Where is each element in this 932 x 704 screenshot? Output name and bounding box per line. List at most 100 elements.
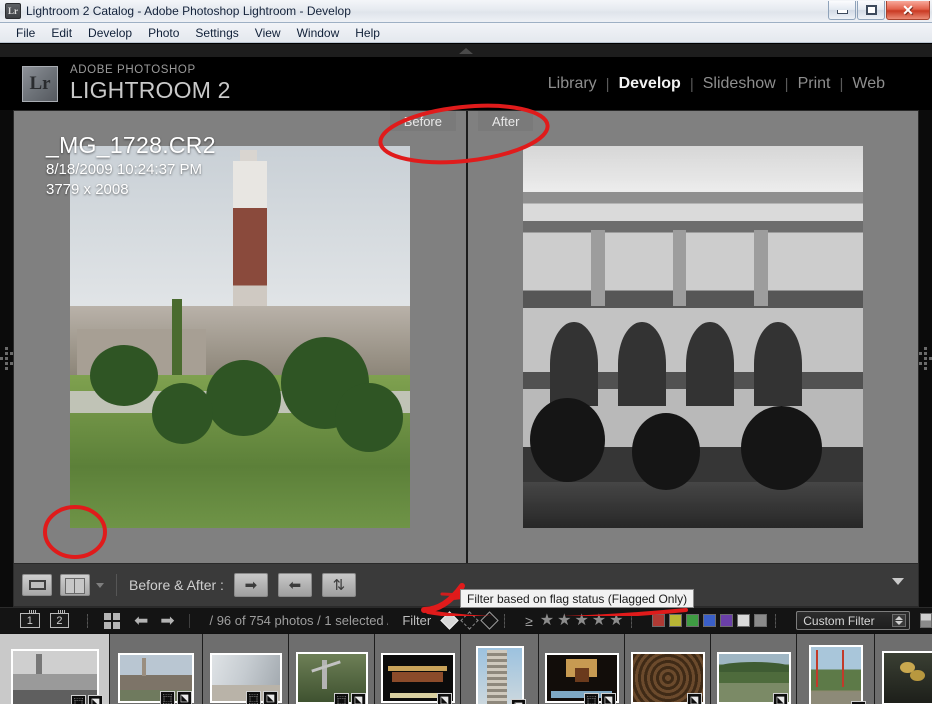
left-panel-toggle[interactable] [0, 110, 13, 607]
photo-tree [151, 382, 213, 444]
copy-after-to-before-button[interactable]: ➡ [233, 573, 268, 597]
develop-badge-icon[interactable]: ⬔ [851, 700, 866, 704]
before-pane[interactable]: Before _MG_1728.CR2 8/18/2009 10:24:37 P… [14, 111, 466, 563]
grid-view-button[interactable] [104, 612, 121, 629]
photo-palm [172, 298, 183, 376]
photo-tree [206, 359, 281, 437]
thumbnail-badges: ⬔ [687, 692, 702, 704]
flag-filter-rejected[interactable] [480, 611, 499, 630]
copy-before-to-after-button[interactable]: ⬅ [277, 573, 312, 597]
flag-filter-unflagged[interactable] [460, 611, 479, 630]
close-button[interactable]: ✕ [886, 1, 930, 20]
star-3-icon[interactable]: ★ [574, 612, 588, 629]
module-slideshow[interactable]: Slideshow [694, 75, 785, 93]
menu-file[interactable]: File [8, 24, 43, 42]
develop-badge-icon[interactable]: ⬔ [601, 692, 616, 704]
star-2-icon[interactable]: ★ [557, 612, 571, 629]
crop-badge-icon[interactable]: ⿴ [71, 694, 86, 704]
thumbnail-badges: ⬔ [437, 692, 452, 704]
custom-filter-dropdown[interactable]: Custom Filter [796, 611, 911, 630]
divider [631, 613, 633, 628]
module-library[interactable]: Library [539, 75, 606, 93]
color-label-custom[interactable] [754, 614, 768, 627]
menu-window[interactable]: Window [289, 24, 348, 42]
filter-lock-button[interactable] [920, 613, 932, 628]
photo-arch [686, 321, 734, 406]
crop-badge-icon[interactable]: ⿴ [160, 690, 175, 704]
after-pane[interactable]: After [466, 111, 918, 563]
module-print[interactable]: Print [789, 75, 840, 93]
filmstrip-item-5[interactable]: ⬔ [461, 634, 539, 704]
swap-settings-button[interactable]: ⇅ [321, 573, 356, 597]
crop-badge-icon[interactable]: ⿴ [584, 692, 599, 704]
filmstrip-item-2[interactable]: ⿴ ⬔ [203, 634, 289, 704]
chevron-down-icon[interactable] [96, 582, 104, 588]
star-1-icon[interactable]: ★ [540, 612, 554, 629]
menu-help[interactable]: Help [347, 24, 388, 42]
color-label-red[interactable] [652, 614, 666, 627]
develop-badge-icon[interactable]: ⬔ [511, 698, 526, 704]
top-panel-toggle[interactable] [0, 44, 932, 57]
photo-tree [740, 405, 823, 490]
photo-tree [529, 398, 605, 483]
develop-badge-icon[interactable]: ⬔ [177, 690, 192, 704]
screen-2-button[interactable]: 2 [49, 610, 70, 628]
filmstrip-source-path: / 96 of 754 photos / 1 selected / _M [209, 613, 388, 628]
develop-badge-icon[interactable]: ⬔ [88, 694, 103, 704]
go-back-button[interactable]: ⬅ [134, 612, 148, 629]
star-4-icon[interactable]: ★ [592, 612, 606, 629]
filmstrip-item-8[interactable]: ⬔ [711, 634, 797, 704]
before-after-view[interactable]: Before _MG_1728.CR2 8/18/2009 10:24:37 P… [14, 111, 918, 563]
filmstrip-item-4[interactable]: ⬔ [375, 634, 461, 704]
module-develop[interactable]: Develop [610, 75, 690, 93]
screen-1-button[interactable]: 1 [20, 610, 40, 628]
color-label-green[interactable] [686, 614, 700, 627]
identity-line-2: LIGHTROOM 2 [70, 76, 231, 103]
lightroom-logo-icon: Lr [22, 65, 58, 102]
filmstrip-item-0[interactable]: ⿴ ⬔ [0, 634, 110, 704]
filmstrip-item-10[interactable] [875, 634, 932, 704]
filmstrip-item-3[interactable]: ⿴ ⬔ [289, 634, 375, 704]
develop-badge-icon[interactable]: ⬔ [687, 692, 702, 704]
thumbnail-badges: ⿴ ⬔ [334, 692, 366, 704]
thumbnail-badges: ⿴ ⬔ [71, 694, 103, 704]
maximize-button[interactable] [857, 1, 885, 20]
filmstrip-item-6[interactable]: ⿴ ⬔ [539, 634, 625, 704]
photo-arch [550, 321, 598, 406]
rating-operator[interactable]: ≥ [525, 613, 533, 629]
photo-tower [233, 161, 268, 330]
module-web[interactable]: Web [843, 75, 894, 93]
loupe-view-button[interactable] [22, 574, 52, 596]
color-label-yellow[interactable] [669, 614, 683, 627]
filmstrip-item-9[interactable]: ⬔ [797, 634, 875, 704]
minimize-button[interactable] [828, 1, 856, 20]
filmstrip[interactable]: ⿴ ⬔ ⿴ ⬔ ⿴ ⬔ ⿴ ⬔ ⬔ ⿴ ⬔ ⬔ ⬔ [0, 633, 932, 704]
right-panel-toggle[interactable] [919, 110, 932, 607]
toolbar-toggle-button[interactable] [892, 578, 904, 585]
before-after-view-button[interactable] [60, 574, 90, 596]
color-label-none[interactable] [737, 614, 751, 627]
menu-view[interactable]: View [247, 24, 289, 42]
crop-badge-icon[interactable]: ⿴ [334, 692, 349, 704]
develop-badge-icon[interactable]: ⬔ [351, 692, 366, 704]
menu-edit[interactable]: Edit [43, 24, 80, 42]
crop-badge-icon[interactable]: ⿴ [246, 690, 261, 704]
develop-badge-icon[interactable]: ⬔ [773, 692, 788, 704]
develop-badge-icon[interactable]: ⬔ [263, 690, 278, 704]
menu-develop[interactable]: Develop [80, 24, 140, 42]
menu-photo[interactable]: Photo [140, 24, 187, 42]
flag-filter-flagged[interactable] [440, 611, 459, 630]
star-5-icon[interactable]: ★ [609, 612, 623, 629]
go-forward-button[interactable]: ➡ [160, 612, 174, 629]
after-label: After [478, 111, 534, 131]
filmstrip-item-7[interactable]: ⬔ [625, 634, 711, 704]
filmstrip-item-1[interactable]: ⿴ ⬔ [110, 634, 203, 704]
content-area: Before _MG_1728.CR2 8/18/2009 10:24:37 P… [0, 110, 932, 607]
thumbnail-image [881, 650, 932, 704]
minimize-icon [836, 10, 848, 14]
menu-settings[interactable]: Settings [187, 24, 246, 42]
swap-arrows-icon: ⇅ [332, 577, 346, 594]
develop-badge-icon[interactable]: ⬔ [437, 692, 452, 704]
color-label-blue[interactable] [703, 614, 717, 627]
color-label-purple[interactable] [720, 614, 734, 627]
